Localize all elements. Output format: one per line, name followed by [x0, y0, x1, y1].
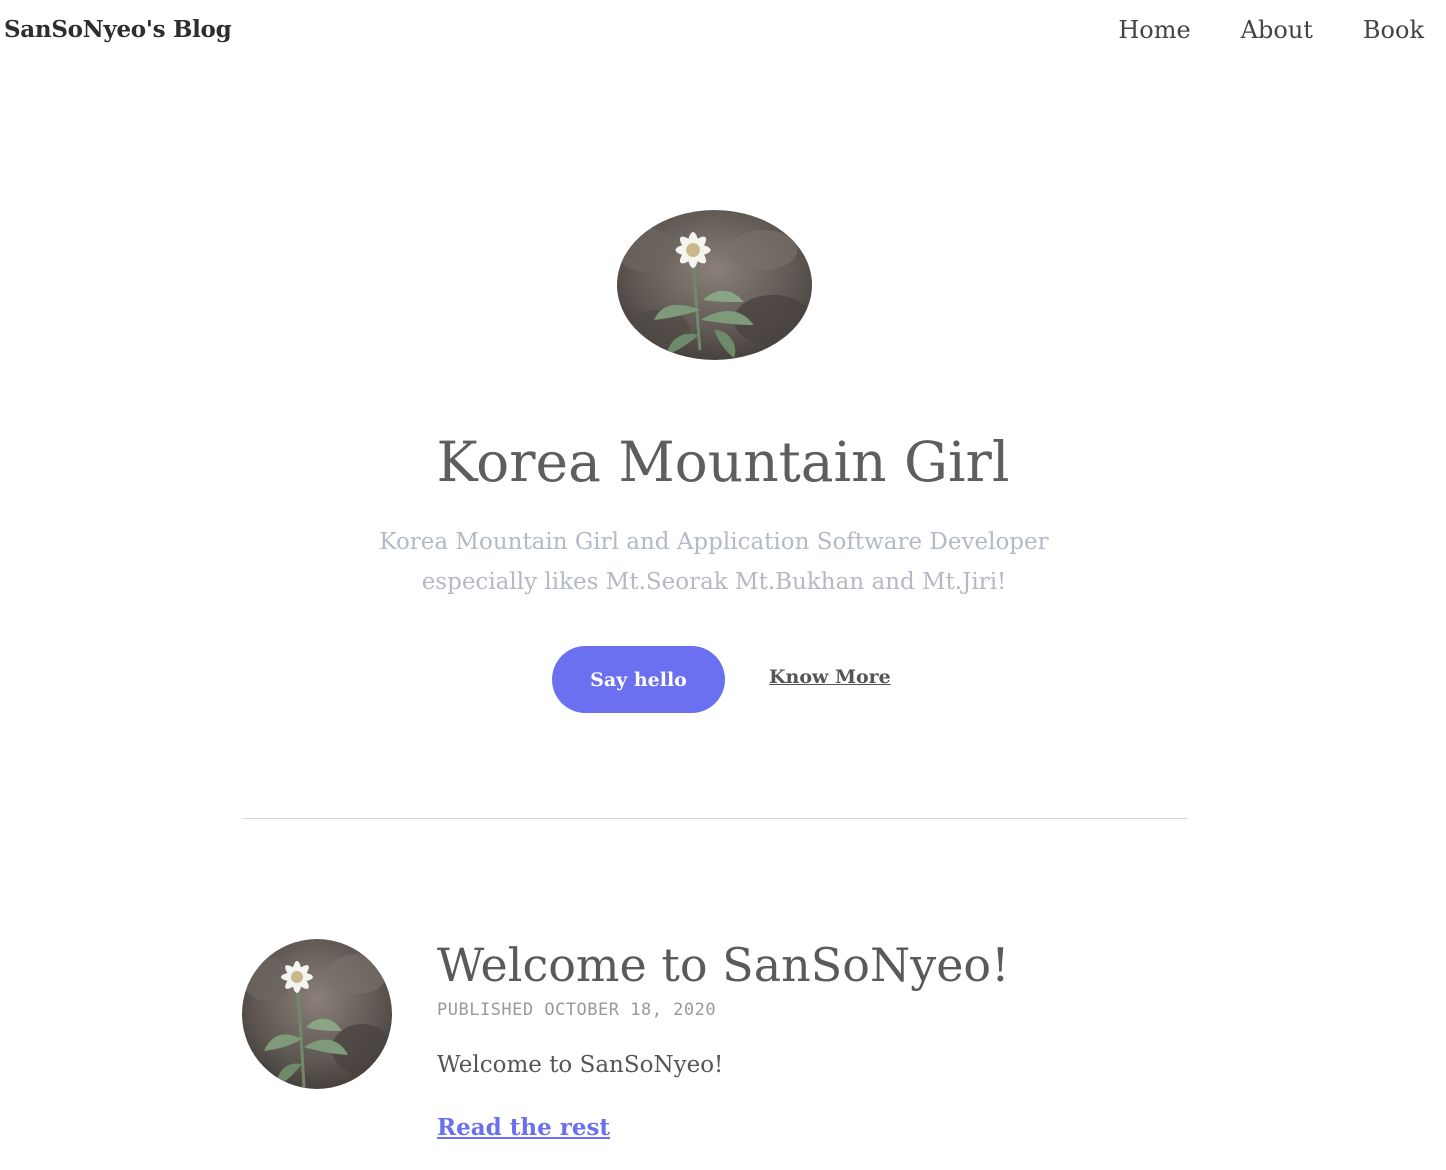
hero-avatar-image [617, 210, 812, 360]
nav-links: Home About Book [1118, 16, 1424, 44]
nav-about-link[interactable]: About [1241, 16, 1313, 44]
say-hello-button[interactable]: Say hello [552, 646, 725, 713]
edelweiss-photo-icon [617, 210, 812, 360]
hero-title: Korea Mountain Girl [436, 430, 1010, 494]
read-the-rest-link[interactable]: Read the rest [437, 1114, 610, 1141]
top-navbar: SanSoNyeo's Blog Home About Book [0, 0, 1446, 64]
section-divider [242, 818, 1187, 819]
edelweiss-photo-icon [242, 939, 392, 1089]
hero-subtitle: Korea Mountain Girl and Application Soft… [379, 529, 1049, 595]
know-more-link[interactable]: Know More [769, 666, 891, 688]
post-avatar-image[interactable] [242, 939, 392, 1089]
site-brand-link[interactable]: SanSoNyeo's Blog [4, 16, 232, 43]
post-excerpt: Welcome to SanSoNyeo! [437, 1052, 724, 1078]
nav-book-link[interactable]: Book [1363, 16, 1424, 44]
post-published-date: PUBLISHED OCTOBER 18, 2020 [437, 1000, 717, 1020]
post-title-link[interactable]: Welcome to SanSoNyeo! [437, 938, 1010, 992]
nav-home-link[interactable]: Home [1118, 16, 1190, 44]
